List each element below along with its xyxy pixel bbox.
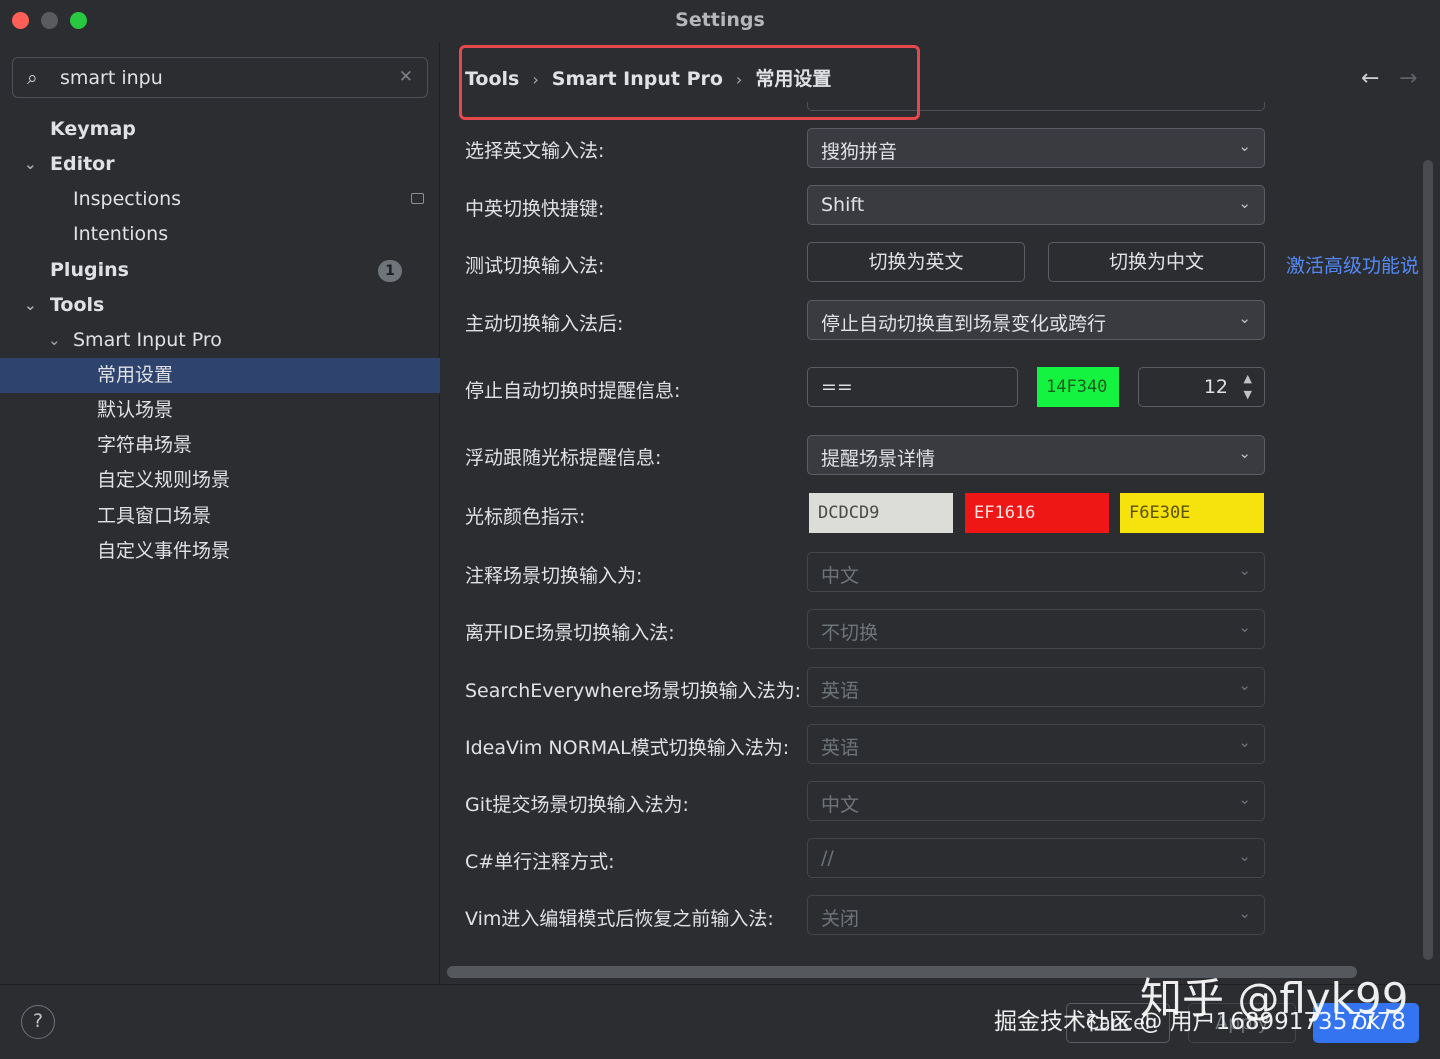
ideavim-select[interactable]: 英语 ⌄: [807, 724, 1265, 764]
search-everywhere-select[interactable]: 英语 ⌄: [807, 667, 1265, 707]
chevron-down-icon: ⌄: [1238, 618, 1251, 636]
cursor-color-swatch-3[interactable]: F6E30E: [1120, 493, 1264, 533]
settings-content: Tools › Smart Input Pro › 常用设置 ← → 选择英文输入法: …: [441, 42, 1440, 984]
title-bar: Settings: [0, 0, 1440, 42]
plugins-update-badge: 1: [378, 260, 402, 282]
test-switch-label: 测试切换输入法:: [465, 255, 605, 277]
settings-sidebar: ⌕ smart inpu ✕ Keymap ⌄ Editor Inspectio…: [0, 42, 440, 984]
window-title: Settings: [675, 9, 765, 31]
highlight-annotation-box: [459, 45, 920, 120]
tree-item-keymap[interactable]: Keymap: [0, 112, 440, 147]
chevron-down-icon: ⌄: [1238, 676, 1251, 694]
tree-item-general[interactable]: 常用设置: [0, 358, 440, 393]
stop-tip-color-swatch[interactable]: 14F340: [1037, 367, 1119, 407]
tree-item-custom-event-scene[interactable]: 自定义事件场景: [0, 534, 440, 569]
search-everywhere-label: SearchEverywhere场景切换输入法为:: [465, 680, 802, 702]
back-arrow-icon[interactable]: ←: [1361, 66, 1379, 91]
tree-item-plugins[interactable]: Plugins 1: [0, 253, 440, 288]
activate-advanced-link[interactable]: 激活高级功能说: [1286, 251, 1419, 278]
chevron-down-icon: ⌄: [1238, 137, 1251, 155]
comment-scene-select[interactable]: 中文 ⌄: [807, 552, 1265, 592]
switch-hotkey-select[interactable]: Shift ⌄: [807, 185, 1265, 225]
tree-item-string-scene[interactable]: 字符串场景: [0, 428, 440, 463]
help-button[interactable]: ?: [21, 1005, 55, 1039]
watermark-juejin: 掘金技术社区 @ 用户1689917357778: [994, 1009, 1406, 1035]
chevron-down-icon: ⌄: [1238, 309, 1251, 327]
switch-to-english-button[interactable]: 切换为英文: [807, 242, 1025, 282]
git-commit-label: Git提交场景切换输入法为:: [465, 794, 689, 816]
float-tip-select[interactable]: 提醒场景详情 ⌄: [807, 435, 1265, 475]
chevron-down-icon: ⌄: [1238, 194, 1251, 212]
tree-item-default-scene[interactable]: 默认场景: [0, 393, 440, 428]
tree-item-tools[interactable]: ⌄ Tools: [0, 288, 440, 323]
search-value: smart inpu: [60, 67, 163, 89]
spinner-arrows-icon[interactable]: ▲ ▼: [1244, 371, 1252, 403]
tree-item-editor[interactable]: ⌄ Editor: [0, 147, 440, 182]
git-commit-select[interactable]: 中文 ⌄: [807, 781, 1265, 821]
tree-item-smart-input-pro[interactable]: ⌄ Smart Input Pro: [0, 323, 440, 358]
clear-search-icon[interactable]: ✕: [399, 67, 413, 87]
stop-tip-size-spinner[interactable]: 12 ▲ ▼: [1138, 367, 1265, 407]
vertical-scrollbar[interactable]: [1423, 160, 1433, 960]
leave-ide-label: 离开IDE场景切换输入法:: [465, 622, 675, 644]
search-icon: ⌕: [27, 67, 38, 89]
stop-tip-text-input[interactable]: ==: [807, 367, 1018, 407]
float-tip-label: 浮动跟随光标提醒信息:: [465, 447, 662, 469]
chevron-down-icon[interactable]: ⌄: [48, 323, 61, 358]
vim-restore-label: Vim进入编辑模式后恢复之前输入法:: [465, 908, 774, 930]
cursor-color-swatch-2[interactable]: EF1616: [965, 493, 1109, 533]
english-ime-select[interactable]: 搜狗拼音 ⌄: [807, 128, 1265, 168]
chevron-down-icon[interactable]: ⌄: [24, 288, 37, 323]
csharp-comment-select[interactable]: // ⌄: [807, 838, 1265, 878]
chevron-down-icon: ⌄: [1238, 847, 1251, 865]
chevron-down-icon: ⌄: [1238, 561, 1251, 579]
tree-item-tool-window-scene[interactable]: 工具窗口场景: [0, 499, 440, 534]
ideavim-label: IdeaVim NORMAL模式切换输入法为:: [465, 737, 790, 759]
english-ime-label: 选择英文输入法:: [465, 140, 605, 162]
after-manual-switch-label: 主动切换输入法后:: [465, 313, 624, 335]
chevron-down-icon[interactable]: ⌄: [24, 147, 37, 182]
after-manual-switch-select[interactable]: 停止自动切换直到场景变化或跨行 ⌄: [807, 300, 1265, 340]
tree-item-custom-rule-scene[interactable]: 自定义规则场景: [0, 463, 440, 498]
chevron-down-icon: ⌄: [1238, 733, 1251, 751]
chevron-down-icon: ⌄: [1238, 904, 1251, 922]
chevron-down-icon: ⌄: [1238, 444, 1251, 462]
comment-scene-label: 注释场景切换输入为:: [465, 565, 643, 587]
leave-ide-select[interactable]: 不切换 ⌄: [807, 609, 1265, 649]
forward-arrow-icon[interactable]: →: [1399, 66, 1417, 91]
cursor-color-label: 光标颜色指示:: [465, 506, 586, 528]
tree-item-inspections[interactable]: Inspections: [0, 182, 440, 217]
switch-hotkey-label: 中英切换快捷键:: [465, 198, 605, 220]
vim-restore-select[interactable]: 关闭 ⌄: [807, 895, 1265, 935]
project-settings-icon: [411, 193, 424, 204]
tree-item-intentions[interactable]: Intentions: [0, 217, 440, 252]
stop-tip-label: 停止自动切换时提醒信息:: [465, 380, 681, 402]
cursor-color-swatch-1[interactable]: DCDCD9: [809, 493, 953, 533]
settings-search-input[interactable]: ⌕ smart inpu ✕: [12, 57, 428, 98]
switch-to-chinese-button[interactable]: 切换为中文: [1048, 242, 1265, 282]
csharp-comment-label: C#单行注释方式:: [465, 851, 615, 873]
chevron-down-icon: ⌄: [1238, 790, 1251, 808]
